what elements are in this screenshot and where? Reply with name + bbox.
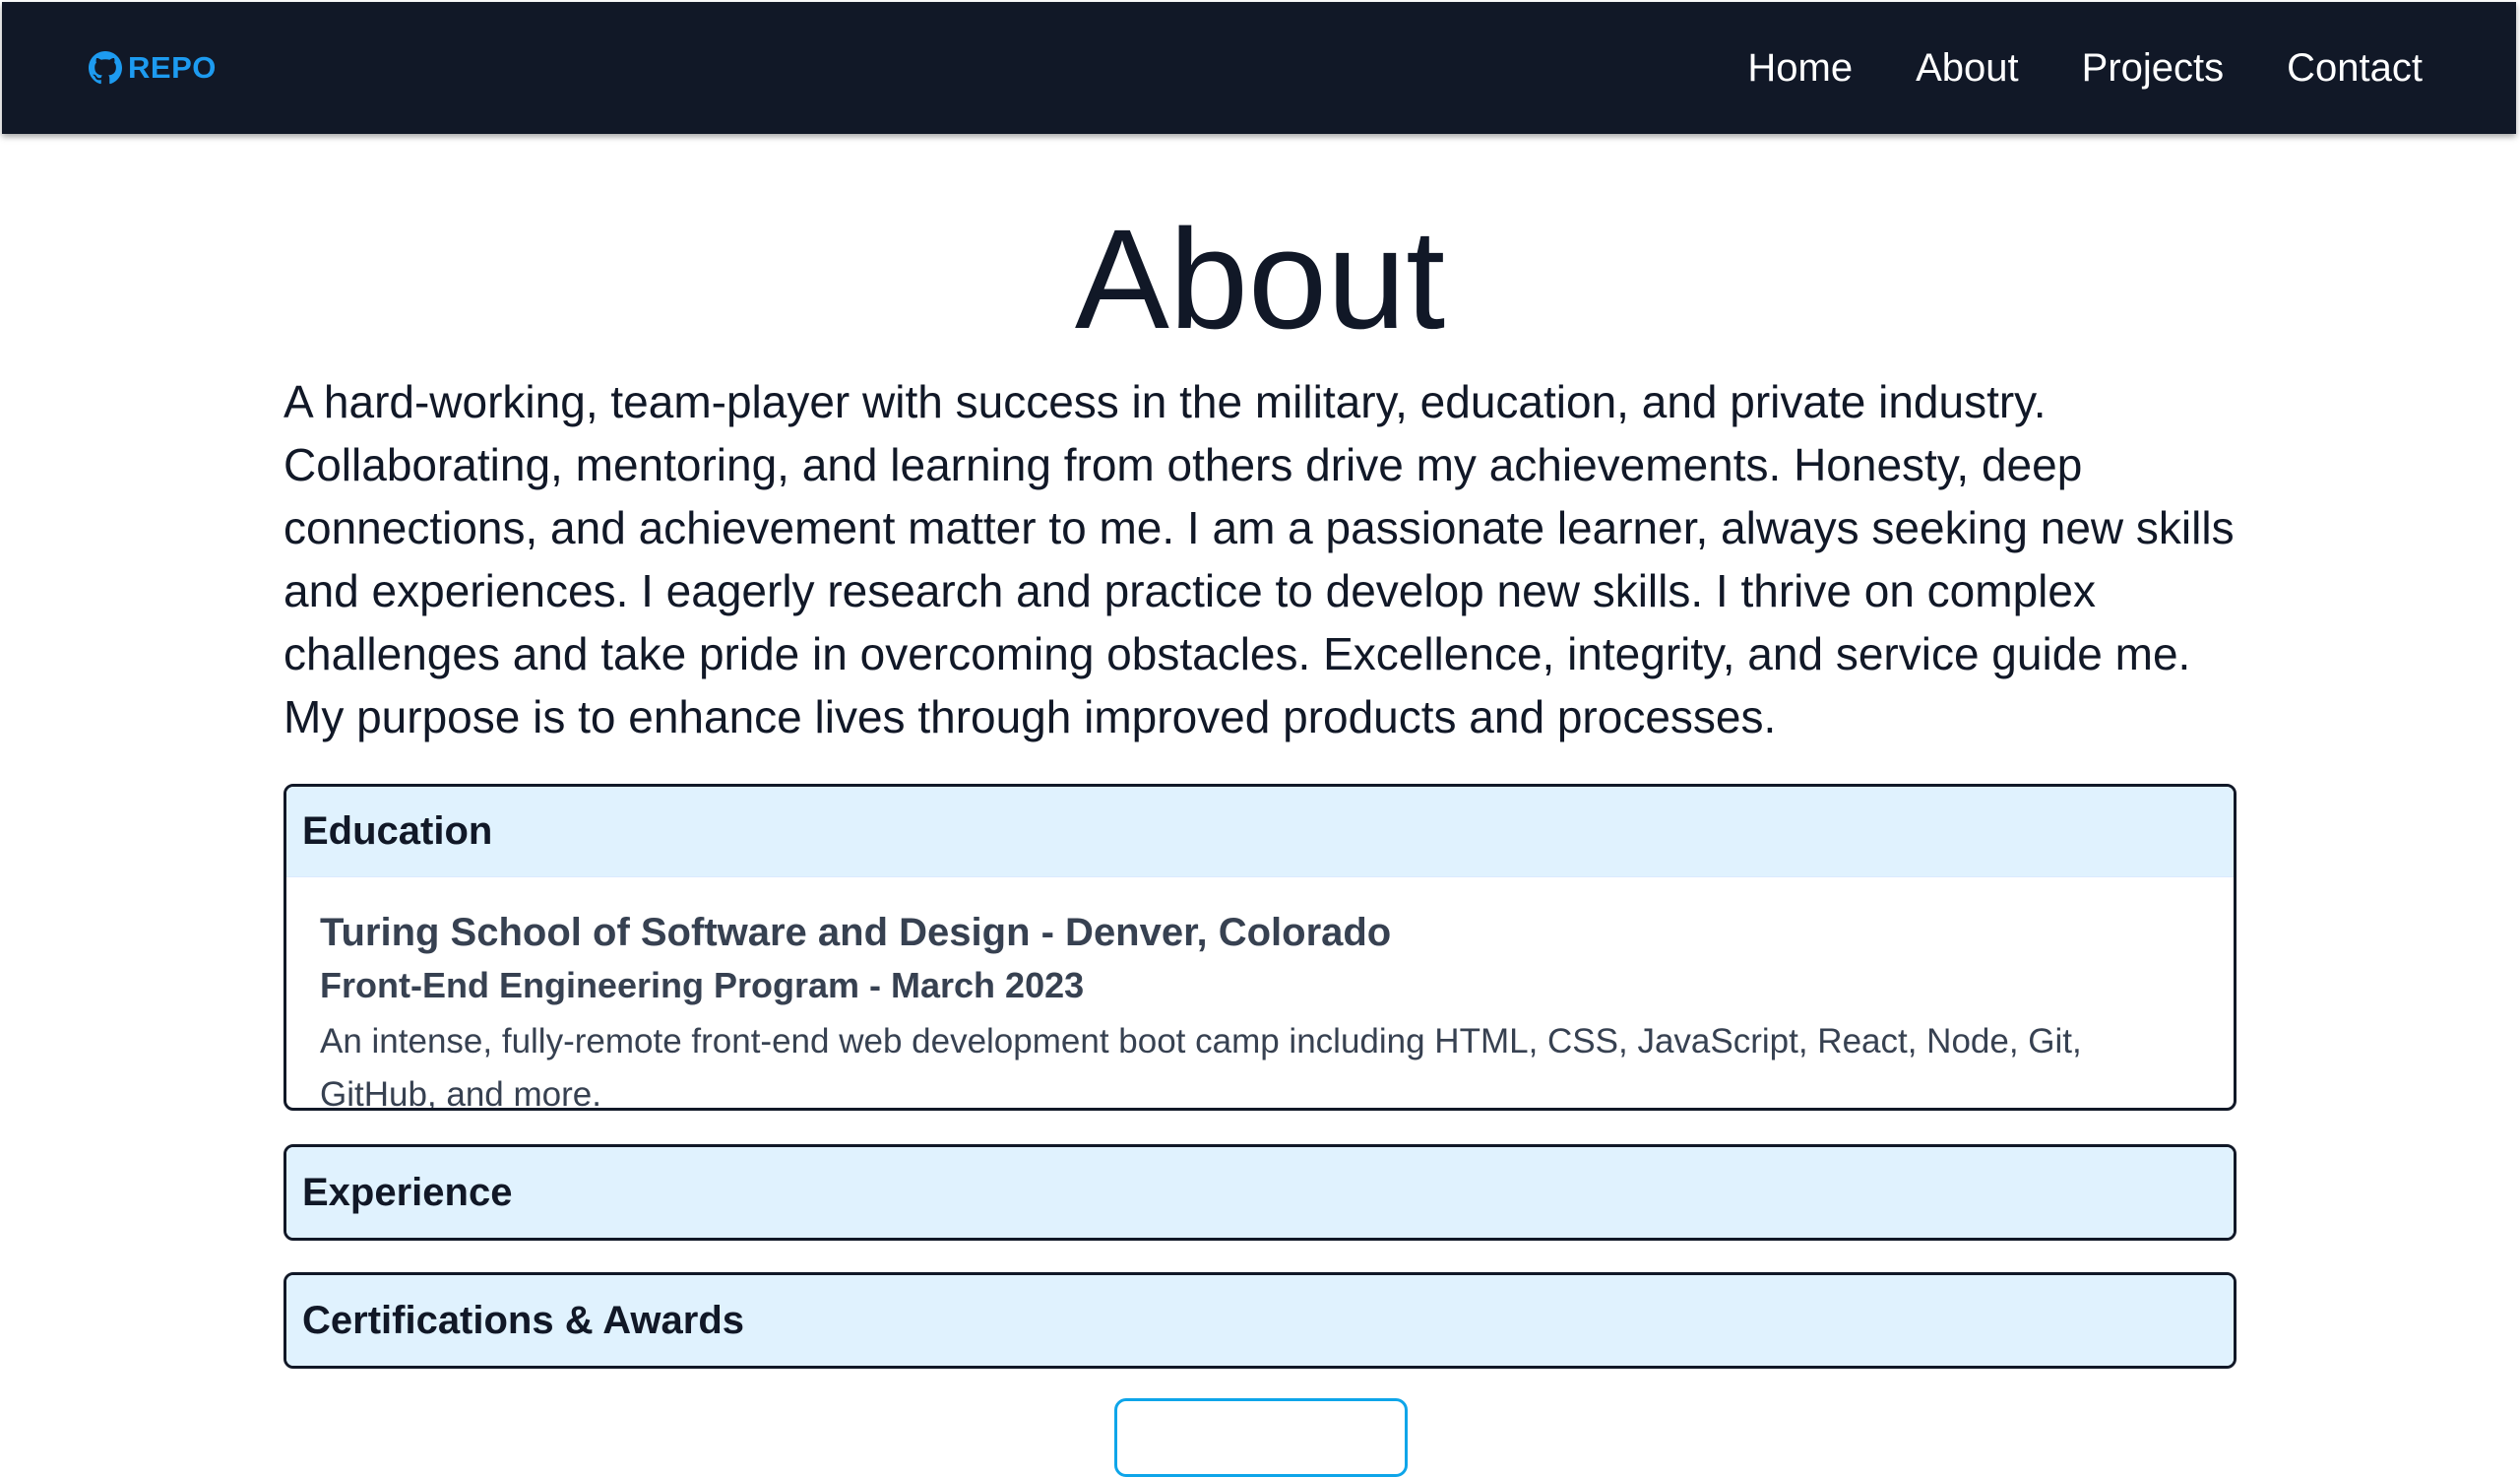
education-panel: Education Turing School of Software and … xyxy=(284,784,2236,1111)
resume-button[interactable] xyxy=(1114,1398,1408,1477)
page-title: About xyxy=(1074,200,1446,358)
nav-links: Home About Projects Contact xyxy=(1747,46,2423,91)
certifications-panel: Certifications & Awards xyxy=(284,1272,2236,1369)
experience-panel: Experience xyxy=(284,1144,2236,1241)
program-description: An intense, fully-remote front-end web d… xyxy=(320,1022,2082,1111)
school-name: Turing School of Software and Design - D… xyxy=(320,911,1392,954)
experience-header[interactable]: Experience xyxy=(286,1147,2234,1238)
education-body: Turing School of Software and Design - D… xyxy=(286,877,2234,1111)
intro-paragraph: A hard-working, team-player with success… xyxy=(284,376,2235,742)
certifications-header[interactable]: Certifications & Awards xyxy=(286,1275,2234,1366)
navbar: REPO Home About Projects Contact xyxy=(2,2,2516,134)
nav-link-about[interactable]: About xyxy=(1916,46,2019,91)
program-name: Front-End Engineering Program - March 20… xyxy=(320,965,1085,1005)
nav-link-projects[interactable]: Projects xyxy=(2082,46,2225,91)
nav-link-home[interactable]: Home xyxy=(1747,46,1853,91)
brand-label: REPO xyxy=(128,50,217,85)
github-icon xyxy=(89,51,122,85)
nav-link-contact[interactable]: Contact xyxy=(2287,46,2423,91)
education-header[interactable]: Education xyxy=(286,787,2234,877)
brand-link[interactable]: REPO xyxy=(89,50,217,86)
